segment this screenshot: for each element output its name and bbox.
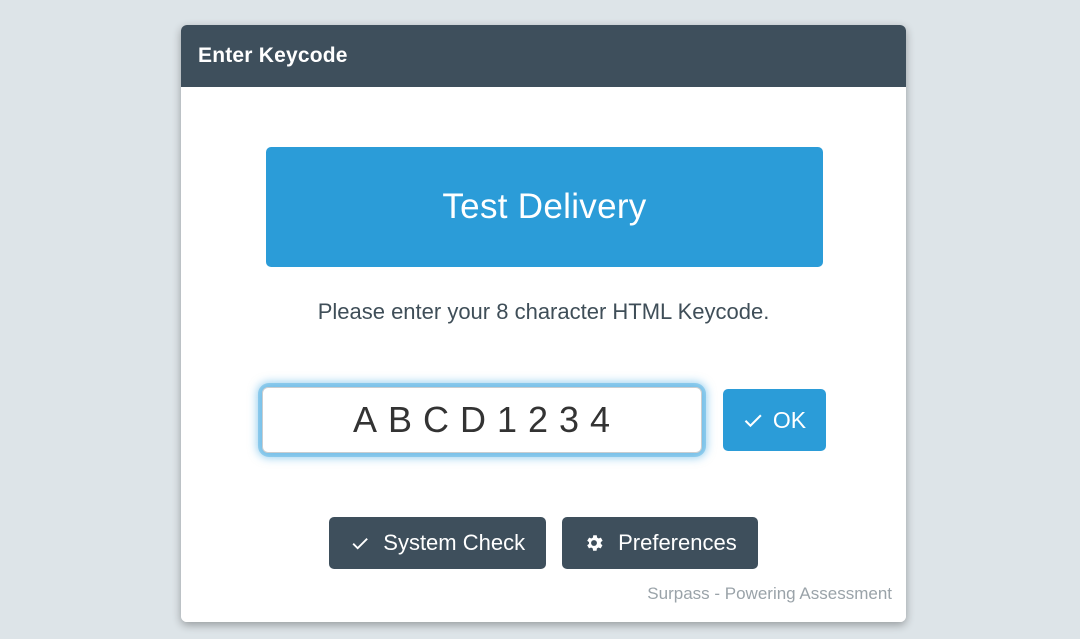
preferences-button[interactable]: Preferences xyxy=(562,517,758,569)
ok-button-label: OK xyxy=(772,406,807,433)
keycode-input-wrapper xyxy=(261,387,702,453)
system-check-button-label: System Check xyxy=(383,530,526,555)
dialog-header: Enter Keycode xyxy=(181,25,906,87)
test-delivery-banner: Test Delivery xyxy=(266,147,823,267)
ok-button[interactable]: OK xyxy=(722,389,826,451)
app-screen: Enter Keycode Test Delivery Please enter… xyxy=(0,0,1080,639)
system-check-button[interactable]: System Check xyxy=(329,517,547,569)
check-icon xyxy=(742,409,764,431)
dialog-title: Enter Keycode xyxy=(198,44,348,67)
check-icon xyxy=(350,533,370,553)
footer-branding-text: Surpass - Powering Assessment xyxy=(647,584,892,603)
keycode-input[interactable] xyxy=(261,387,702,453)
gear-icon xyxy=(583,532,605,554)
keycode-entry-row: OK xyxy=(181,387,906,453)
keycode-dialog: Enter Keycode Test Delivery Please enter… xyxy=(181,25,906,622)
dialog-body: Test Delivery Please enter your 8 charac… xyxy=(181,87,906,622)
dialog-action-buttons: System Check Preferences xyxy=(181,517,906,569)
test-delivery-banner-label: Test Delivery xyxy=(442,187,647,226)
preferences-button-label: Preferences xyxy=(618,530,737,555)
keycode-instruction-text: Please enter your 8 character HTML Keyco… xyxy=(317,299,770,324)
